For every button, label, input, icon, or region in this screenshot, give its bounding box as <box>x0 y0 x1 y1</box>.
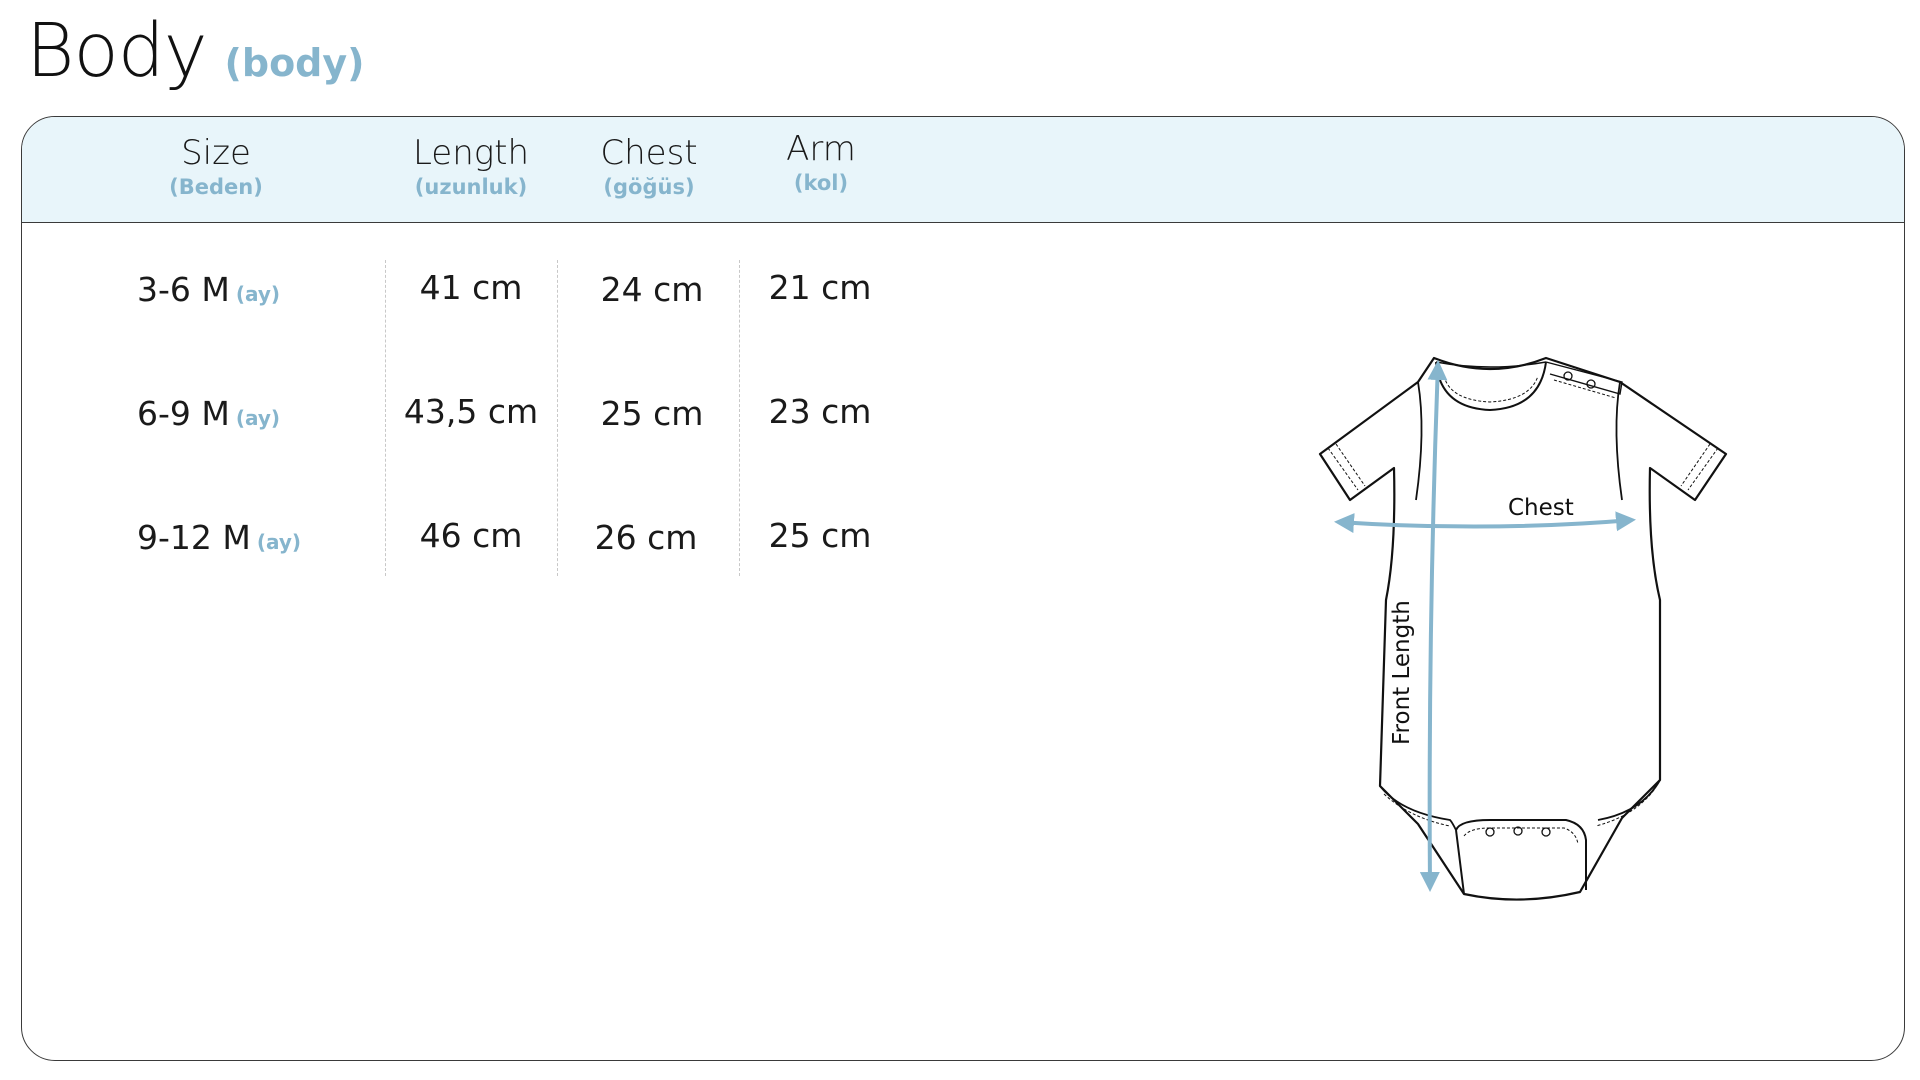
chest-label: Chest <box>1508 495 1574 521</box>
title-main: Body <box>26 8 207 94</box>
front-length-label: Front Length <box>1389 600 1415 745</box>
header-length-sub: (uzunluk) <box>414 175 528 200</box>
size-value: 9-12 M <box>137 518 251 557</box>
header-length: Length (uzunluk) <box>413 131 529 200</box>
table-row-1-length: 41 cm <box>419 268 523 307</box>
table-row-3-size: 9-12 M (ay) <box>137 518 301 557</box>
size-unit: (ay) <box>256 530 302 554</box>
table-row-1-chest: 24 cm <box>600 270 704 309</box>
header-arm-label: Arm <box>786 129 856 169</box>
table-row-3-arm: 25 cm <box>768 516 872 555</box>
table-row-2-length: 43,5 cm <box>403 392 539 431</box>
size-unit: (ay) <box>235 282 281 306</box>
table-row-1-arm: 21 cm <box>768 268 872 307</box>
size-unit: (ay) <box>235 406 281 430</box>
column-divider <box>739 260 740 576</box>
header-arm-sub: (kol) <box>793 171 849 196</box>
table-row-3-length: 46 cm <box>419 516 523 555</box>
size-value: 3-6 M <box>137 270 230 309</box>
column-divider <box>385 260 386 576</box>
header-chest: Chest (göğüs) <box>600 131 697 200</box>
table-row-2-chest: 25 cm <box>600 394 704 433</box>
header-size: Size (Beden) <box>169 131 263 200</box>
header-chest-sub: (göğüs) <box>603 175 695 200</box>
header-size-label: Size <box>181 133 251 173</box>
title-subtitle: (body) <box>224 41 365 85</box>
size-value: 6-9 M <box>137 394 230 433</box>
header-length-label: Length <box>412 133 530 173</box>
header-arm: Arm (kol) <box>786 127 856 196</box>
table-row-3-chest: 26 cm <box>594 518 698 557</box>
page-title: Body (body) <box>26 8 365 94</box>
table-header: Size (Beden) Length (uzunluk) Chest (göğ… <box>22 117 1904 223</box>
table-row-2-size: 6-9 M (ay) <box>137 394 280 433</box>
bodysuit-diagram: Chest Front Length <box>1318 356 1728 901</box>
table-row-2-arm: 23 cm <box>768 392 872 431</box>
header-size-sub: (Beden) <box>169 175 263 200</box>
table-row-1-size: 3-6 M (ay) <box>137 270 280 309</box>
bodysuit-outline-icon <box>1318 356 1728 901</box>
column-divider <box>557 260 558 576</box>
header-chest-label: Chest <box>600 133 698 173</box>
